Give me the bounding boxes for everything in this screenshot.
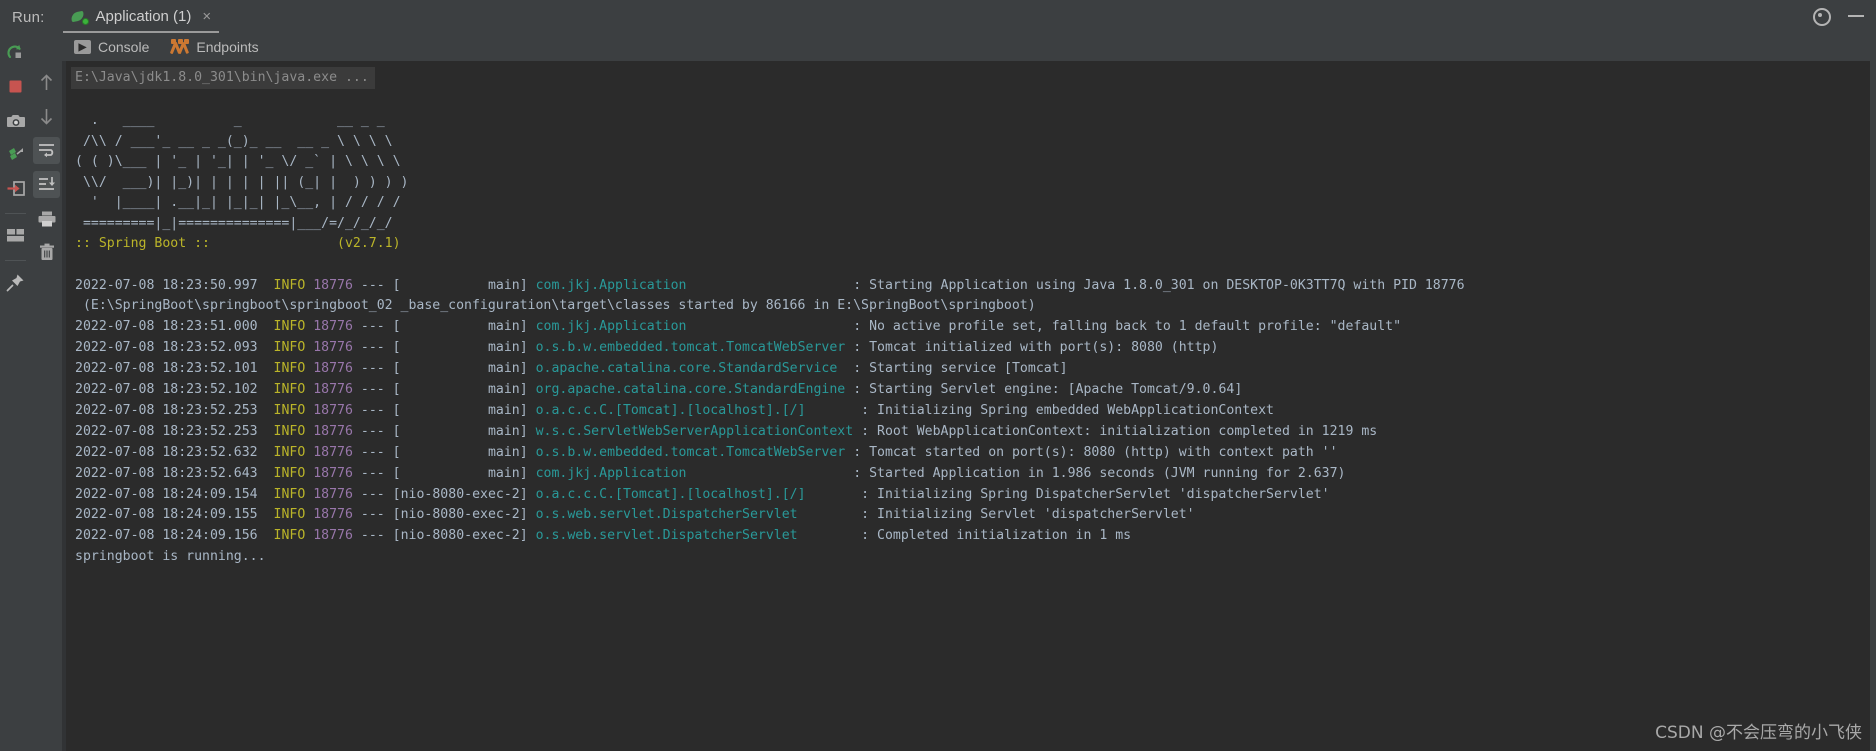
- console-output[interactable]: E:\Java\jdk1.8.0_301\bin\java.exe ... . …: [62, 61, 1876, 751]
- export-button[interactable]: [2, 175, 29, 202]
- run-window-controls: [1810, 5, 1866, 26]
- stop-button[interactable]: [2, 73, 29, 100]
- soft-wrap-button[interactable]: [33, 137, 60, 164]
- toolbar-divider: [5, 213, 26, 214]
- endpoints-icon: [170, 39, 190, 55]
- tab-console[interactable]: ▶ Console: [74, 39, 149, 55]
- tab-endpoints[interactable]: Endpoints: [170, 39, 259, 55]
- console-icon: ▶: [74, 40, 91, 54]
- scroll-to-end-button[interactable]: [33, 171, 60, 198]
- snapshot-camera-icon[interactable]: [2, 107, 29, 134]
- close-icon[interactable]: ×: [202, 9, 211, 24]
- run-actions-toolbar: [0, 33, 31, 751]
- rerun-button[interactable]: [2, 39, 29, 66]
- tab-console-label: Console: [98, 39, 150, 55]
- scroll-down-button[interactable]: [33, 103, 60, 130]
- run-body: ▶ Console Endpoints E:\Java\jdk1.8.0_301…: [0, 33, 1876, 751]
- console-right-edge: [1870, 33, 1876, 751]
- console-tab-strip: ▶ Console Endpoints: [62, 33, 1876, 61]
- print-button[interactable]: [33, 205, 60, 232]
- thread-dump-button[interactable]: [2, 141, 29, 168]
- console-actions-toolbar: [31, 33, 62, 751]
- spring-boot-banner: . ____ _ __ _ _ /\\ / ___'_ __ _ _(_)_ _…: [75, 113, 409, 231]
- tab-endpoints-label: Endpoints: [196, 39, 259, 55]
- gear-icon[interactable]: [1810, 5, 1831, 26]
- command-line: E:\Java\jdk1.8.0_301\bin\java.exe ...: [71, 67, 375, 89]
- spring-boot-version-line: :: Spring Boot :: (v2.7.1): [75, 236, 401, 251]
- run-label: Run:: [12, 9, 45, 26]
- run-toolbar: Run: Application (1) ×: [0, 0, 1876, 33]
- spring-leaf-icon: [69, 9, 89, 25]
- minimize-icon[interactable]: [1846, 5, 1866, 25]
- clear-all-trash-icon[interactable]: [33, 239, 60, 266]
- layout-button[interactable]: [2, 222, 29, 249]
- log-output: 2022-07-08 18:23:50.997 INFO 18776 --- […: [75, 277, 1465, 565]
- pin-button[interactable]: [2, 269, 29, 296]
- run-tab-application[interactable]: Application (1) ×: [62, 5, 220, 33]
- run-tool-window: Run: Application (1) × ▶ Console Endpoin…: [0, 0, 1876, 751]
- scroll-up-button[interactable]: [33, 69, 60, 96]
- run-tab-title: Application (1): [95, 8, 192, 25]
- toolbar-divider-2: [5, 260, 26, 261]
- console-panel: ▶ Console Endpoints E:\Java\jdk1.8.0_301…: [62, 33, 1876, 751]
- watermark: CSDN @不会压弯的小飞侠: [1655, 723, 1862, 743]
- console-left-gutter: [62, 61, 66, 751]
